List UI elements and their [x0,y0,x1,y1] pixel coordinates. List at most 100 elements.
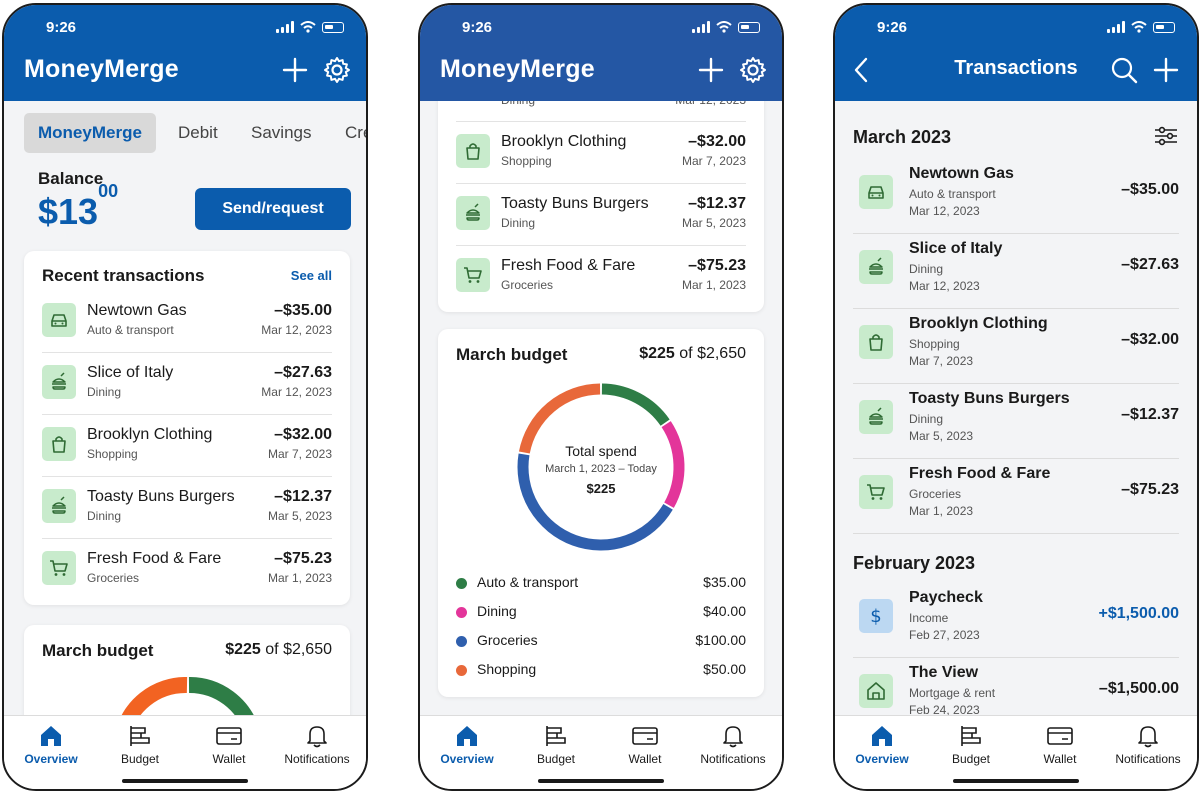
transaction-amount: +$1,500.00 [1098,605,1179,622]
month-header-march: March 2023 [853,127,952,147]
tab-label: Budget [120,752,160,766]
status-bar: 9:26 [462,19,760,39]
tab-budget[interactable]: Budget [511,724,601,766]
tab-label: Overview [855,752,909,766]
bell-icon [1138,726,1158,748]
transaction-name: The View [909,664,979,681]
budget-spent: $225 [225,641,261,658]
legend-dot [456,578,467,589]
transaction-category: Auto & transport [909,187,996,201]
transaction-row[interactable]: Toasty Buns Burgers Dining –$12.37 Mar 5… [456,184,746,246]
home-icon [41,726,61,746]
account-tab-moneymerge[interactable]: MoneyMerge [24,113,156,153]
search-icon[interactable] [1109,55,1139,85]
legend-value: $50.00 [703,661,746,677]
tab-label: Wallet [628,752,662,766]
transaction-category: Groceries [909,487,962,501]
donut-center-amount: $225 [586,481,616,496]
tab-notifications[interactable]: Notifications [1103,724,1193,766]
tab-bar: Overview Budget Wallet Notifications [835,715,1197,789]
shopping-bag-icon [456,134,490,168]
march-budget-card: March budget $225 of $2,650 Total spend … [438,329,764,697]
transaction-row[interactable]: $ Paycheck Income Feb 27, 2023 +$1,500.0… [853,583,1179,658]
tab-overview[interactable]: Overview [422,724,512,766]
month-header-february: February 2023 [853,553,976,573]
budget-summary: $225 of $2,650 [639,345,746,363]
app-title: MoneyMerge [440,55,595,83]
transaction-row[interactable]: Slice of Italy Dining –$27.63 Mar 12, 20… [42,353,332,415]
transaction-name: Paycheck [909,589,983,606]
transaction-date: Mar 12, 2023 [909,279,980,293]
budget-icon [130,726,150,746]
transaction-row[interactable]: Brooklyn Clothing Shopping –$32.00 Mar 7… [42,415,332,477]
transaction-amount: –$27.63 [274,364,332,381]
transaction-row[interactable]: Newtown Gas Auto & transport Mar 12, 202… [853,159,1179,234]
tab-budget[interactable]: Budget [95,724,185,766]
tab-label: Notifications [284,752,350,766]
tab-label: Wallet [212,752,246,766]
status-bar: 9:26 [877,19,1175,39]
account-tab-credit[interactable]: Cre [345,113,366,153]
wifi-icon [300,21,316,33]
wifi-icon [1131,21,1147,33]
budget-phone: Dining Mar 12, 2023 Brooklyn Clothing Sh… [418,3,784,791]
see-all-link[interactable]: See all [291,268,332,283]
settings-gear-icon[interactable] [738,55,768,85]
tab-label: Notifications [1115,752,1181,766]
transaction-row[interactable]: Fresh Food & Fare Groceries –$75.23 Mar … [456,246,746,308]
transaction-category: Dining [909,412,944,426]
transaction-row[interactable]: Fresh Food & Fare Groceries Mar 1, 2023 … [853,459,1179,534]
add-icon[interactable] [1151,55,1181,85]
tab-wallet[interactable]: Wallet [184,724,274,766]
transaction-name: Fresh Food & Fare [909,465,1051,482]
signal-icon [276,21,294,33]
legend-dot [456,636,467,647]
tab-budget[interactable]: Budget [926,724,1016,766]
balance-label: Balance [38,169,104,188]
transaction-amount: –$35.00 [274,302,332,319]
transaction-row[interactable]: Brooklyn Clothing Shopping –$32.00 Mar 7… [456,122,746,184]
send-request-button[interactable]: Send/request [195,188,351,230]
tab-notifications[interactable]: Notifications [272,724,362,766]
food-icon [859,250,893,284]
signal-icon [1107,21,1125,33]
tab-overview[interactable]: Overview [837,724,927,766]
tab-wallet[interactable]: Wallet [600,724,690,766]
add-icon[interactable] [696,55,726,85]
transaction-name: Fresh Food & Fare [501,257,636,274]
add-icon[interactable] [280,55,310,85]
transaction-name: Newtown Gas [87,302,187,319]
legend-label: Shopping [477,661,537,677]
app-title: MoneyMerge [24,55,179,83]
shopping-bag-icon [42,427,76,461]
transaction-date: Mar 12, 2023 [261,323,332,337]
screen-title: Transactions [954,57,1078,79]
tab-notifications[interactable]: Notifications [688,724,778,766]
transaction-row[interactable]: Newtown Gas Auto & transport –$35.00 Mar… [42,291,332,353]
car-icon [42,303,76,337]
transaction-row[interactable]: Brooklyn Clothing Shopping Mar 7, 2023 –… [853,309,1179,384]
transaction-date: Feb 27, 2023 [909,628,980,642]
status-bar: 9:26 [46,19,344,39]
legend-item-auto: Auto & transport $35.00 [456,573,746,593]
battery-icon [322,21,344,33]
transactions-phone: 9:26 Transactions March 2023 Newtown Gas… [833,3,1199,791]
tab-wallet[interactable]: Wallet [1015,724,1105,766]
account-tab-savings[interactable]: Savings [251,113,311,153]
tab-label: Budget [951,752,991,766]
transaction-row[interactable]: Slice of Italy Dining Mar 12, 2023 –$27.… [853,234,1179,309]
transaction-category: Dining [87,385,122,399]
filter-sliders-icon[interactable] [1153,125,1179,147]
transaction-amount: –$75.23 [1121,481,1179,498]
transaction-name: Brooklyn Clothing [501,133,627,150]
tab-bar: Overview Budget Wallet Notifications [4,715,366,789]
food-icon [859,400,893,434]
tab-overview[interactable]: Overview [6,724,96,766]
transaction-row[interactable]: Fresh Food & Fare Groceries –$75.23 Mar … [42,539,332,601]
transaction-row[interactable]: Toasty Buns Burgers Dining Mar 5, 2023 –… [853,384,1179,459]
account-tab-debit[interactable]: Debit [178,113,218,153]
transaction-row[interactable]: Toasty Buns Burgers Dining –$12.37 Mar 5… [42,477,332,539]
settings-gear-icon[interactable] [322,55,352,85]
transaction-category: Dining [87,509,122,523]
svg-text:$: $ [870,606,881,627]
